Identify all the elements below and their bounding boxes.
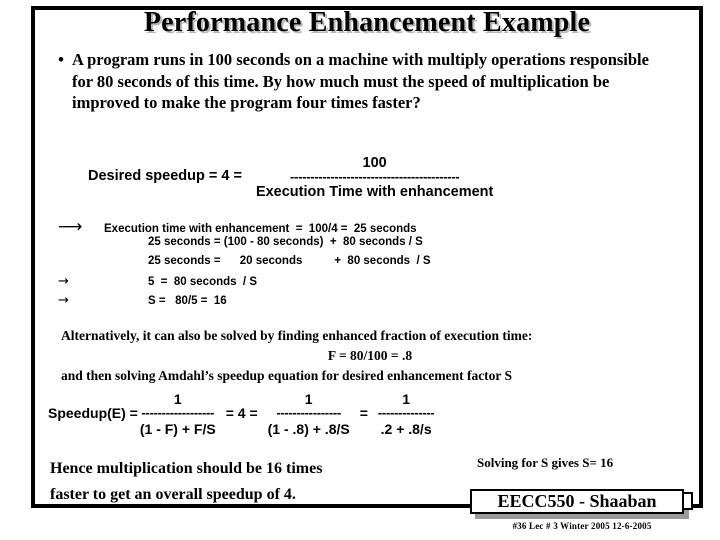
footer-badge-group: EECC550 - Shaaban (470, 489, 693, 519)
fraction-rule: ----------------------------------------… (290, 171, 460, 183)
alternative-line-3: and then solving Amdahl’s speedup equati… (61, 368, 513, 383)
speedup-fraction-2: 1 ---------------- (1 - .8) + .8/S (266, 391, 352, 439)
equation-operator-1: = 4 = (225, 405, 258, 421)
derivation-text: 5 = 80 seconds / S (148, 276, 257, 288)
derivation-row: 25 seconds = 20 seconds + 80 seconds / S (58, 255, 431, 274)
alternative-line-1: Alternatively, it can also be solved by … (61, 328, 533, 343)
derivation-text: 25 seconds = (100 - 80 seconds) + 80 sec… (148, 236, 423, 248)
right-arrow-icon: → (58, 274, 69, 289)
conclusion-line-2: faster to get an overall speedup of 4. (50, 486, 296, 503)
desired-speedup-equation: Desired speedup = 4 = 100 --------------… (88, 156, 493, 202)
conclusion-block: Hence multiplication should be 16 times … (50, 456, 440, 508)
fraction-rule: -------------- (377, 407, 435, 419)
speedup-equation-label: Speedup(E) = (48, 405, 138, 421)
footer-metadata: #36 Lec # 3 Winter 2005 12-6-2005 (512, 521, 652, 531)
fraction-numerator: 1 (173, 391, 182, 407)
speedup-fraction-1: 1 ------------------ (1 - F) + F/S (138, 391, 218, 439)
solving-for-s-note: Solving for S gives S= 16 (477, 455, 614, 470)
derivation-text: 25 seconds = 20 seconds + 80 seconds / S (148, 255, 431, 267)
conclusion-line-1: Hence multiplication should be 16 times (50, 460, 323, 477)
desired-speedup-label: Desired speedup = 4 = (88, 168, 242, 184)
fraction-rule: ------------------ (141, 407, 215, 419)
bullet-item: • A program runs in 100 seconds on a mac… (50, 49, 690, 114)
alternative-line-2: F = 80/100 = .8 (327, 348, 413, 363)
right-arrow-icon: ⟶ (58, 217, 83, 237)
speedup-fraction-3: 1 -------------- .2 + .8/s (376, 391, 436, 439)
footer-badge-tab (684, 492, 693, 510)
fraction-numerator: 1 (304, 391, 313, 407)
speedup-equation: Speedup(E) = 1 ------------------ (1 - F… (48, 391, 436, 439)
alternative-solution-block: Alternatively, it can also be solved by … (45, 326, 695, 386)
right-arrow-icon: → (58, 293, 69, 308)
page-title: Performance Enhancement Example (143, 7, 591, 38)
fraction-numerator: 100 (362, 155, 387, 171)
desired-speedup-fraction: 100 ------------------------------------… (256, 156, 493, 202)
fraction-denominator: .2 + .8/s (380, 421, 432, 437)
fraction-denominator: (1 - F) + F/S (139, 421, 216, 437)
derivation-row: 25 seconds = (100 - 80 seconds) + 80 sec… (58, 236, 431, 255)
fraction-rule: ---------------- (276, 407, 341, 419)
derivation-block: ⟶ Execution time with enhancement = 100/… (58, 217, 431, 312)
derivation-row: → 5 = 80 seconds / S (58, 274, 431, 293)
derivation-text: S = 80/5 = 16 (148, 295, 227, 307)
fraction-denominator: (1 - .8) + .8/S (267, 421, 350, 437)
bullet-marker-icon: • (58, 50, 64, 69)
fraction-numerator: 1 (402, 391, 411, 407)
bullet-item-text: A program runs in 100 seconds on a machi… (72, 50, 649, 112)
derivation-row: → S = 80/5 = 16 (58, 293, 431, 312)
fraction-denominator: Execution Time with enhancement (255, 184, 494, 200)
course-badge: EECC550 - Shaaban (470, 489, 684, 514)
derivation-text: Execution time with enhancement = 100/4 … (104, 223, 417, 235)
derivation-row: ⟶ Execution time with enhancement = 100/… (58, 217, 431, 237)
equation-operator-2: = (359, 405, 368, 421)
